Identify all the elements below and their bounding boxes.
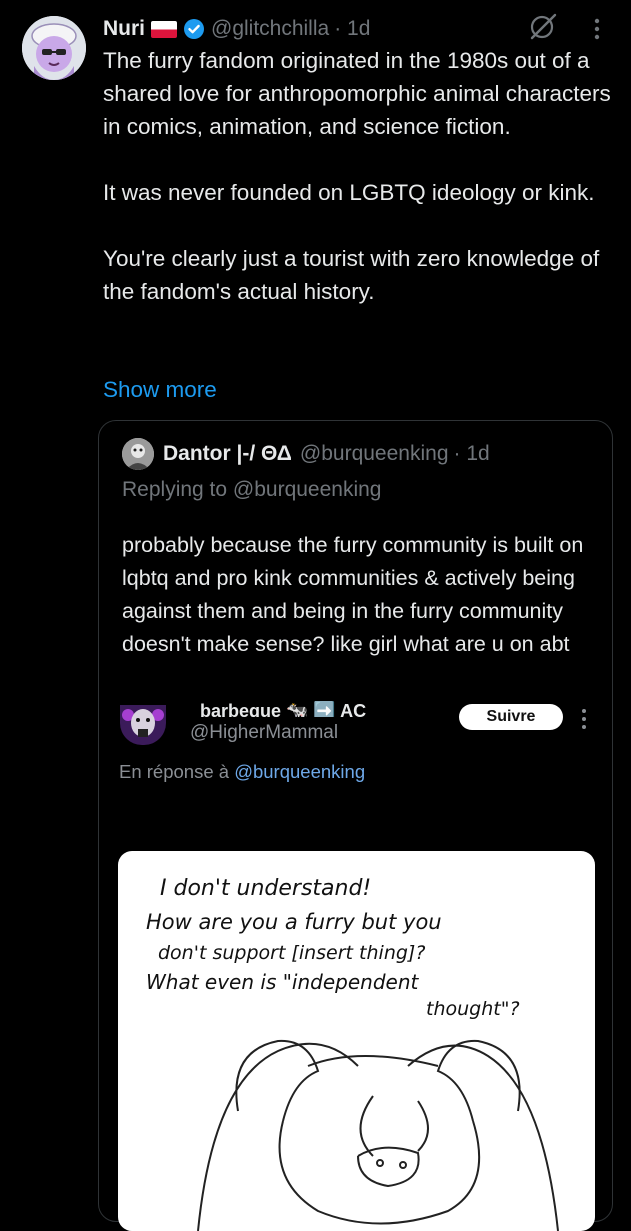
embedded-author-handle: @HigherMammal — [190, 722, 339, 743]
tweet-body: The furry fandom originated in the 1980s… — [103, 44, 613, 308]
poland-flag-icon — [151, 20, 177, 38]
quoted-author-handle: @burqueenking — [299, 442, 449, 465]
tweet-paragraph: It was never founded on LGBTQ ideology o… — [103, 180, 595, 205]
quoted-tweet-header: Dantor |-/ ΘΔ @burqueenking · 1d — [163, 438, 490, 470]
tweet-paragraph: The furry fandom originated in the 1980s… — [103, 48, 611, 139]
author-handle[interactable]: @glitchchilla — [211, 17, 329, 41]
drawing-text-line: How are you a furry but you — [146, 910, 442, 934]
author-name[interactable]: Nuri — [103, 17, 145, 41]
follow-button: Suivre — [459, 704, 563, 730]
drawn-character — [197, 1039, 559, 1231]
show-more-link[interactable]: Show more — [103, 377, 217, 403]
drawing-text-line: What even is "independent — [146, 970, 420, 994]
embedded-drawing: I don't understand! How are you a furry … — [118, 851, 595, 1231]
tweet-paragraph: You're clearly just a tourist with zero … — [103, 246, 600, 304]
quoted-tweet-body: probably because the furry community is … — [122, 529, 592, 661]
embedded-more-icon — [578, 706, 590, 732]
replying-to: Replying to @burqueenking — [122, 478, 382, 501]
verified-badge-icon[interactable] — [183, 18, 205, 40]
tweet-time[interactable]: · 1d — [334, 17, 370, 41]
quoted-author-avatar — [122, 438, 154, 470]
embedded-author-name: barbeque 🐄 ➡️ AC — [200, 701, 367, 717]
quoted-author-name: Dantor |-/ ΘΔ — [163, 442, 292, 465]
embedded-reply-link: @burqueenking — [234, 761, 366, 782]
embedded-reply-prefix: En réponse à — [119, 761, 235, 782]
author-avatar[interactable] — [22, 16, 86, 80]
drawing-text-line: thought"? — [426, 998, 520, 1020]
quoted-tweet-time: · 1d — [453, 442, 490, 465]
drawing-text-line: I don't understand! — [160, 876, 371, 901]
embedded-avatar — [120, 705, 166, 745]
tweet-header: Nuri @glitchchilla · 1d — [103, 12, 370, 46]
avatar-illustration — [22, 16, 86, 80]
drawing-text-line: don't support [insert thing]? — [158, 942, 425, 964]
embedded-reply-line: En réponse à @burqueenking — [119, 761, 365, 783]
more-icon[interactable] — [585, 14, 609, 44]
grok-icon[interactable] — [526, 10, 560, 44]
quoted-tweet-text: probably because the furry community is … — [122, 533, 584, 656]
